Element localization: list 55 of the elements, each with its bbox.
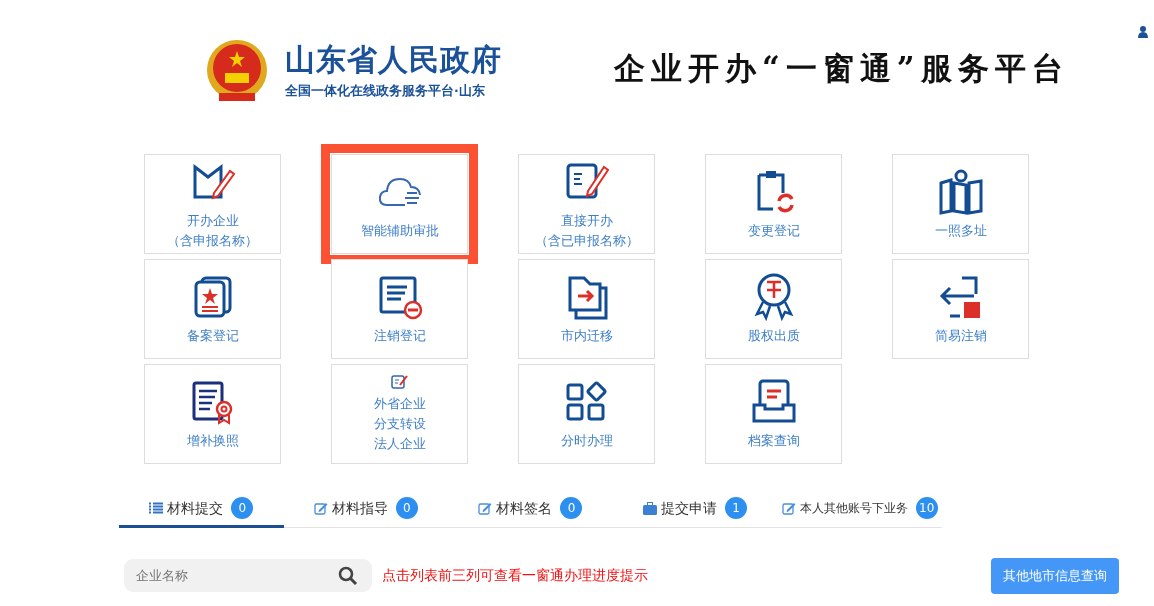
service-label: 直接开办 (560, 212, 613, 230)
service-tile[interactable]: 外省企业 分支转设 法人企业 (331, 364, 468, 464)
service-label: （含申报名称） (167, 232, 258, 250)
service-tile[interactable]: 变更登记 (705, 154, 842, 254)
service-label: 变更登记 (747, 222, 800, 240)
service-label: 一照多址 (934, 222, 987, 240)
platform-title: 企业开办“一窗通”服务平台 (614, 48, 1069, 88)
service-tile[interactable]: 市内迁移 (518, 259, 655, 359)
service-tile[interactable]: 简易注销 (892, 259, 1029, 359)
service-label: 备案登记 (186, 327, 239, 345)
service-label: 开办企业 (186, 212, 239, 230)
service-label: 分时办理 (560, 432, 613, 450)
service-label: 档案查询 (747, 432, 800, 450)
service-tile[interactable]: 档案查询 (705, 364, 842, 464)
count-badge: 0 (560, 497, 583, 519)
count-badge: 10 (915, 497, 938, 519)
edit-icon (313, 501, 328, 515)
service-label: 简易注销 (934, 327, 987, 345)
service-label: 增补换照 (186, 432, 239, 450)
service-tile[interactable]: 增补换照 (144, 364, 281, 464)
tab[interactable]: 材料签名 0 (448, 492, 613, 528)
briefcase-icon (643, 501, 658, 515)
edit-icon (781, 501, 796, 515)
service-label: （含已申报名称） (534, 232, 639, 250)
query-button[interactable]: 其他地市信息查询 (991, 558, 1119, 594)
document-pencil-icon (390, 374, 409, 390)
service-label: 法人企业 (373, 435, 426, 453)
service-label: 外省企业 (373, 395, 426, 413)
service-label: 注销登记 (373, 327, 426, 345)
count-badge: 0 (395, 497, 418, 519)
service-tile[interactable]: 备案登记 (144, 259, 281, 359)
site-subtitle: 全国一体化在线政务服务平台·山东 (285, 82, 486, 101)
edit-icon (478, 501, 493, 515)
list-icon (149, 502, 164, 514)
user-icon[interactable] (1138, 26, 1148, 38)
service-tile[interactable]: 直接开办 （含已申报名称） (518, 154, 655, 254)
site-title: 山东省人民政府 (285, 43, 502, 77)
tab[interactable]: 本人其他账号下业务 10 (777, 492, 942, 528)
tab[interactable]: 材料提交 0 (119, 492, 284, 528)
service-tile[interactable]: 注销登记 (331, 259, 468, 359)
tab[interactable]: 提交申请 1 (612, 492, 778, 528)
count-badge: 0 (231, 497, 254, 519)
count-badge: 1 (725, 497, 748, 519)
service-label: 智能辅助审批 (360, 222, 439, 240)
search-icon[interactable] (338, 566, 358, 587)
service-label: 市内迁移 (560, 327, 613, 345)
service-tile[interactable]: 开办企业 （含申报名称） (144, 154, 281, 254)
service-tile[interactable]: 分时办理 (518, 364, 655, 464)
service-tile[interactable]: 一照多址 (892, 154, 1029, 254)
tab[interactable]: 材料指导 0 (283, 492, 449, 528)
service-tile[interactable]: 股权出质 (705, 259, 842, 359)
service-label: 分支转设 (373, 415, 426, 433)
search-field[interactable]: 企业名称 (124, 559, 372, 593)
hint-text: 点击列表前三列可查看一窗通办理进度提示 (382, 566, 648, 586)
service-label: 股权出质 (747, 327, 800, 345)
